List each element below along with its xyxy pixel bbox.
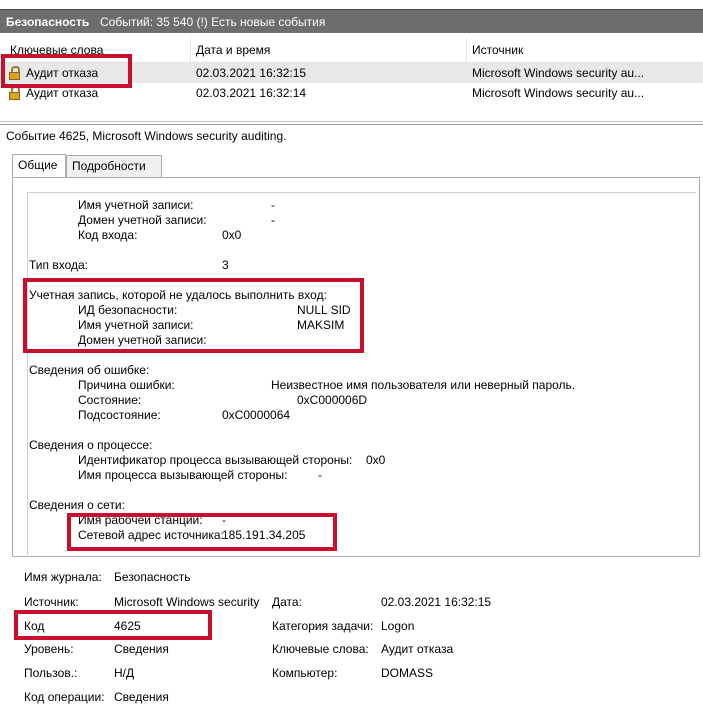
acct-name-value: - <box>271 198 275 212</box>
status-label: Состояние: <box>78 393 142 407</box>
error-info-heading: Сведения об ошибке: <box>29 363 150 377</box>
source-label: Источник: <box>24 595 79 609</box>
computer-value: DOMASS <box>381 666 434 680</box>
keywords-value: Аудит отказа <box>381 642 454 656</box>
date-label: Дата: <box>272 595 302 609</box>
tab-general[interactable]: Общие <box>12 154 66 178</box>
highlight-source-address-box <box>67 513 337 551</box>
level-value: Сведения <box>114 642 169 656</box>
row-source: Microsoft Windows security au... <box>472 86 645 100</box>
opcode-label: Код операции: <box>24 690 105 704</box>
log-name-value: Безопасность <box>114 570 191 584</box>
category-value: Logon <box>381 619 415 633</box>
highlight-failed-account-box <box>23 278 364 353</box>
acct-name-label: Имя учетной записи: <box>78 198 194 212</box>
log-header: Безопасность Событий: 35 540 (!) Есть но… <box>0 0 703 34</box>
substatus-value: 0xC0000064 <box>222 408 291 422</box>
logon-code-value: 0x0 <box>222 228 242 242</box>
event-count: Событий: 35 540 (!) Есть новые события <box>100 15 326 29</box>
column-separator[interactable] <box>190 38 191 62</box>
reason-label: Причина ошибки: <box>78 378 175 392</box>
computer-label: Компьютер: <box>272 666 338 680</box>
user-label: Пользов.: <box>24 666 78 680</box>
row-datetime: 02.03.2021 16:32:15 <box>196 66 307 80</box>
general-panel: Имя учетной записи: - Домен учетной запи… <box>12 177 700 557</box>
event-description[interactable]: Имя учетной записи: - Домен учетной запи… <box>27 192 696 555</box>
caller-pid-label: Идентификатор процесса вызывающей сторон… <box>78 453 353 467</box>
column-separator[interactable] <box>466 38 467 62</box>
column-source[interactable]: Источник <box>472 43 523 57</box>
row-source: Microsoft Windows security au... <box>472 66 645 80</box>
user-value: Н/Д <box>114 666 135 680</box>
substatus-label: Подсостояние: <box>78 408 161 422</box>
row-datetime: 02.03.2021 16:32:14 <box>196 86 307 100</box>
logon-type-label: Тип входа: <box>29 258 88 272</box>
status-value: 0xC000006D <box>297 393 368 407</box>
row-keyword: Аудит отказа <box>26 86 99 100</box>
log-name-label: Имя журнала: <box>24 570 102 584</box>
level-label: Уровень: <box>24 642 74 656</box>
logon-code-label: Код входа: <box>78 228 138 242</box>
acct-domain-value: - <box>271 213 275 227</box>
process-info-heading: Сведения о процессе: <box>29 438 153 452</box>
tab-details[interactable]: Подробности <box>66 155 162 177</box>
acct-domain-label: Домен учетной записи: <box>78 213 207 227</box>
caller-name-value: - <box>318 468 322 482</box>
log-header-bar: Безопасность Событий: 35 540 (!) Есть но… <box>0 9 703 33</box>
logon-type-value: 3 <box>222 258 229 272</box>
network-info-heading: Сведения о сети: <box>29 498 125 512</box>
highlight-keyword-box <box>1 54 132 88</box>
reason-value: Неизвестное имя пользователя или неверны… <box>271 378 576 392</box>
source-value: Microsoft Windows security <box>114 595 260 609</box>
column-datetime[interactable]: Дата и время <box>196 43 270 57</box>
caller-name-label: Имя процесса вызывающей стороны: <box>78 468 288 482</box>
caller-pid-value: 0x0 <box>366 453 386 467</box>
log-title: Безопасность <box>6 15 90 29</box>
date-value: 02.03.2021 16:32:15 <box>381 595 492 609</box>
highlight-code-box <box>14 610 212 640</box>
pane-divider[interactable] <box>0 124 703 125</box>
opcode-value: Сведения <box>114 690 169 704</box>
event-title: Событие 4625, Microsoft Windows security… <box>6 129 287 143</box>
category-label: Категория задачи: <box>272 619 374 633</box>
keywords-label: Ключевые слова: <box>272 642 369 656</box>
